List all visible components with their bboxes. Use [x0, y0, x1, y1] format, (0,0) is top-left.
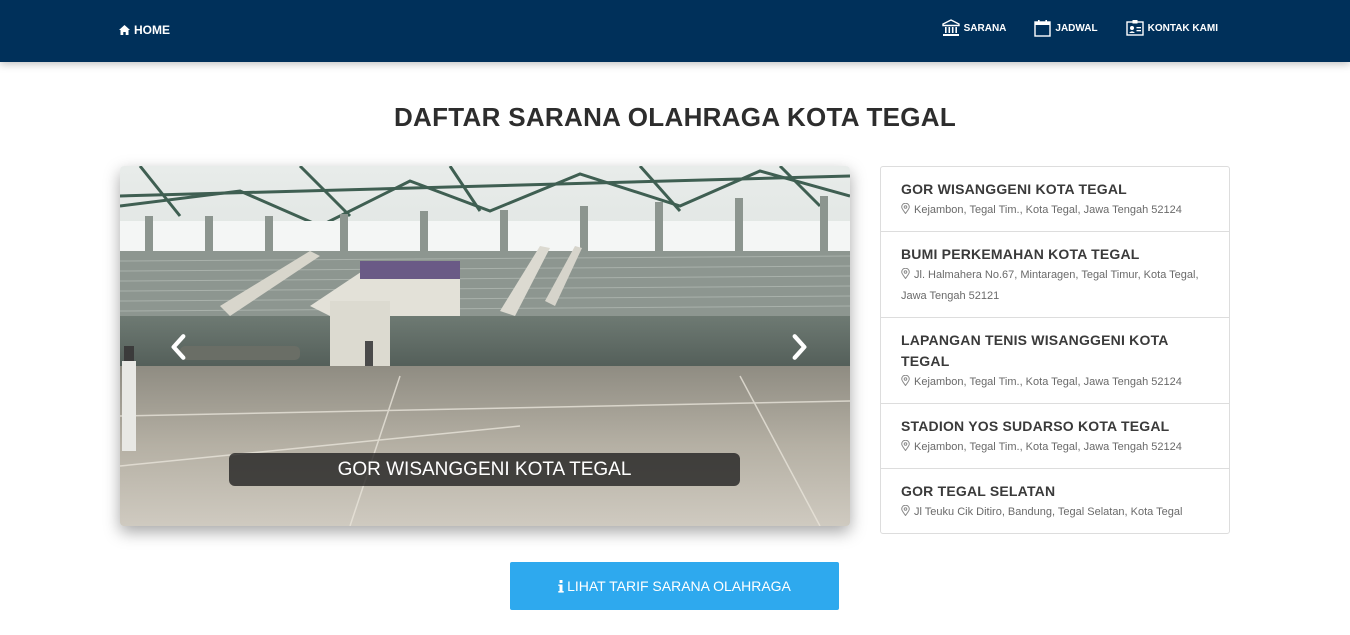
venue-list-item[interactable]: BUMI PERKEMAHAN KOTA TEGAL Jl. Halmahera… [881, 232, 1229, 318]
nav-item-label: KONTAK KAMI [1147, 22, 1218, 34]
map-pin-icon [901, 203, 910, 214]
carousel-prev-icon[interactable] [164, 332, 194, 362]
venue-name: GOR TEGAL SELATAN [901, 483, 1056, 499]
venue-name: STADION YOS SUDARSO KOTA TEGAL [901, 418, 1170, 434]
venue-name: BUMI PERKEMAHAN KOTA TEGAL [901, 246, 1140, 262]
venue-address: Jl Teuku Cik Ditiro, Bandung, Tegal Sela… [914, 506, 1183, 518]
venue-list-item[interactable]: GOR WISANGGENI KOTA TEGAL Kejambon, Tega… [881, 167, 1229, 232]
venue-address-row: Kejambon, Tegal Tim., Kota Tegal, Jawa T… [901, 200, 1209, 221]
venue-address: Kejambon, Tegal Tim., Kota Tegal, Jawa T… [914, 441, 1182, 453]
top-navbar: HOME SARANA JADWAL KONTAK KAMI [0, 0, 1350, 62]
nav-home-link[interactable]: HOME [119, 23, 170, 37]
venue-name: GOR WISANGGENI KOTA TEGAL [901, 181, 1127, 197]
calendar-icon [1034, 20, 1052, 37]
nav-item-label: SARANA [963, 22, 1007, 34]
venue-address-row: Kejambon, Tegal Tim., Kota Tegal, Jawa T… [901, 372, 1209, 393]
nav-item-label: JADWAL [1055, 22, 1098, 34]
map-pin-icon [901, 505, 910, 516]
carousel-caption: GOR WISANGGENI KOTA TEGAL [229, 453, 740, 486]
map-pin-icon [901, 375, 910, 386]
venue-address: Jl. Halmahera No.67, Mintaragen, Tegal T… [901, 269, 1199, 302]
venue-address-row: Kejambon, Tegal Tim., Kota Tegal, Jawa T… [901, 437, 1209, 458]
venue-address: Kejambon, Tegal Tim., Kota Tegal, Jawa T… [914, 204, 1182, 216]
venue-list: GOR WISANGGENI KOTA TEGAL Kejambon, Tega… [880, 166, 1230, 534]
venue-list-item[interactable]: GOR TEGAL SELATAN Jl Teuku Cik Ditiro, B… [881, 469, 1229, 533]
view-tariff-label: LIHAT TARIF SARANA OLAHRAGA [567, 578, 791, 594]
nav-home-label: HOME [134, 23, 170, 37]
venue-name: LAPANGAN TENIS WISANGGENI KOTA TEGAL [901, 332, 1169, 369]
map-pin-icon [901, 440, 910, 451]
view-tariff-button[interactable]: LIHAT TARIF SARANA OLAHRAGA [510, 562, 839, 610]
info-icon [558, 579, 564, 593]
bank-icon [941, 19, 960, 36]
nav-item-sarana[interactable]: SARANA [941, 19, 1007, 37]
nav-item-kontak-kami[interactable]: KONTAK KAMI [1125, 19, 1218, 37]
venue-list-item[interactable]: LAPANGAN TENIS WISANGGENI KOTA TEGAL Kej… [881, 318, 1229, 404]
page-title: DAFTAR SARANA OLAHRAGA KOTA TEGAL [393, 102, 957, 132]
map-pin-icon [901, 268, 910, 279]
carousel-next-icon[interactable] [784, 332, 814, 362]
venue-list-item[interactable]: STADION YOS SUDARSO KOTA TEGAL Kejambon,… [881, 404, 1229, 469]
venue-address: Kejambon, Tegal Tim., Kota Tegal, Jawa T… [914, 376, 1182, 388]
nav-item-jadwal[interactable]: JADWAL [1034, 19, 1098, 37]
venue-address-row: Jl Teuku Cik Ditiro, Bandung, Tegal Sela… [901, 502, 1209, 523]
contact-card-icon [1125, 20, 1144, 36]
home-icon [119, 25, 130, 35]
venue-address-row: Jl. Halmahera No.67, Mintaragen, Tegal T… [901, 265, 1209, 307]
